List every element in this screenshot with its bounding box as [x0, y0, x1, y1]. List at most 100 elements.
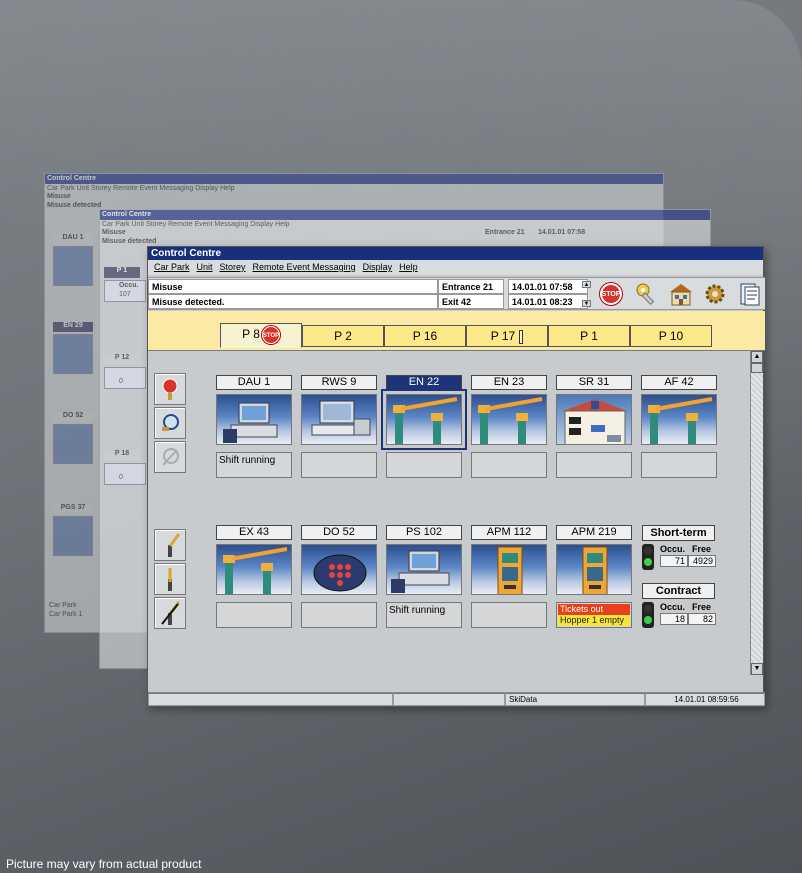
- unit-label: DO 52: [301, 525, 377, 540]
- unit-status: [216, 602, 292, 628]
- reset-button[interactable]: [154, 407, 186, 439]
- ghost-entrance: Entrance 21: [485, 229, 525, 236]
- unit-status: [471, 452, 547, 478]
- building-button[interactable]: [666, 279, 696, 309]
- reset-icon: [162, 414, 179, 431]
- key-button[interactable]: [632, 279, 662, 309]
- units-panel: DAU 1 Shift running RWS 9 EN 22 EN 23 SR…: [148, 351, 751, 691]
- tab-p2[interactable]: P 2: [302, 325, 384, 347]
- remote-control-icon[interactable]: [301, 544, 377, 595]
- unit-status: [471, 602, 547, 628]
- barrier-icon[interactable]: [216, 544, 292, 595]
- free-value: 4929: [688, 555, 716, 567]
- tab-p10[interactable]: P 10: [630, 325, 712, 347]
- pay-machine-icon[interactable]: [556, 544, 632, 595]
- tab-label: P 2: [334, 329, 352, 343]
- menu-display[interactable]: Display: [363, 260, 393, 275]
- tab-p16[interactable]: P 16: [384, 325, 466, 347]
- occupancy-title: Short-term: [642, 525, 715, 541]
- unit-label: DAU 1: [216, 375, 292, 390]
- disabled-button[interactable]: [154, 441, 186, 473]
- barrier-closed-button[interactable]: [154, 563, 186, 595]
- barrier-disabled-button[interactable]: [154, 597, 186, 629]
- parking-garage-icon[interactable]: [556, 394, 632, 445]
- message-title: Misuse: [148, 279, 438, 294]
- traffic-light-icon: [642, 602, 654, 628]
- status-datetime: 14.01.01 08:59:56: [645, 693, 765, 706]
- ghost-lot-p1: P 1: [104, 267, 140, 278]
- scroll-down-arrow-icon[interactable]: ▼: [751, 663, 763, 675]
- scroll-up-arrow-icon[interactable]: ▲: [751, 351, 763, 363]
- barrier-icon[interactable]: [381, 389, 467, 450]
- menu-bar: Car Park Unit Storey Remote Event Messag…: [148, 260, 763, 275]
- workstation-icon[interactable]: [301, 394, 377, 445]
- traffic-light-icon: [642, 544, 654, 570]
- event-location: Entrance 21: [438, 279, 504, 294]
- tab-p8[interactable]: P 8 STOP: [220, 323, 302, 348]
- tab-p17[interactable]: P 17: [466, 325, 548, 347]
- warning-icon: [519, 329, 524, 344]
- scroll-down-button[interactable]: ▼: [582, 300, 591, 307]
- unit-status: [301, 452, 377, 478]
- menu-remote-event-messaging[interactable]: Remote Event Messaging: [253, 260, 356, 275]
- vertical-scrollbar[interactable]: ▲ ▼: [750, 351, 763, 675]
- building-icon: [670, 284, 692, 306]
- clipboard-icon: [740, 283, 760, 306]
- ghost-panel: [53, 246, 93, 286]
- menu-unit[interactable]: Unit: [197, 260, 213, 275]
- ghost-menu: Car Park Unit Storey Remote Event Messag…: [102, 221, 290, 228]
- barrier-open-button[interactable]: [154, 529, 186, 561]
- ghost-panel: [53, 424, 93, 464]
- ghost-tab-do52: DO 52: [53, 412, 93, 422]
- cashier-station-icon[interactable]: [216, 394, 292, 445]
- pay-machine-icon[interactable]: [471, 544, 547, 595]
- workstation-icon[interactable]: [386, 544, 462, 595]
- ghost-panel: [53, 516, 93, 556]
- barrier-disabled-icon: [161, 601, 181, 625]
- unit-label: APM 219: [556, 525, 632, 540]
- status-cell: [393, 693, 505, 706]
- key-icon: [636, 283, 655, 306]
- barrier-icon[interactable]: [641, 394, 717, 445]
- ghost-lot-box: 0: [104, 367, 146, 389]
- unit-label: EN 23: [471, 375, 547, 390]
- tab-p1[interactable]: P 1: [548, 325, 630, 347]
- unit-label: EN 22: [386, 375, 462, 390]
- disabled-icon: [162, 448, 179, 466]
- free-label: Free: [692, 602, 712, 612]
- ghost-occu-label: Occu.: [119, 282, 139, 289]
- unit-label: SR 31: [556, 375, 632, 390]
- unit-label: APM 112: [471, 525, 547, 540]
- occu-value: 71: [660, 555, 688, 567]
- stop-badge-icon: STOP: [261, 325, 280, 344]
- free-label: Free: [692, 544, 712, 554]
- message-bar: Misuse Misuse detected. Entrance 21 14.0…: [148, 277, 765, 310]
- ghost-car-park-value: Car Park 1: [49, 611, 83, 618]
- barrier-icon[interactable]: [471, 394, 547, 445]
- free-value: 82: [688, 613, 716, 625]
- menu-help[interactable]: Help: [399, 260, 418, 275]
- scroll-thumb[interactable]: [751, 363, 763, 373]
- barrier-closed-icon: [168, 568, 172, 591]
- clipboard-button[interactable]: [734, 279, 764, 309]
- menu-car-park[interactable]: Car Park: [154, 260, 190, 275]
- message-detail: Misuse detected.: [148, 294, 438, 309]
- gear-button[interactable]: [700, 279, 730, 309]
- scroll-up-button[interactable]: ▲: [582, 281, 591, 288]
- menu-storey[interactable]: Storey: [220, 260, 246, 275]
- ghost-panel: [53, 334, 93, 374]
- stop-unit-button[interactable]: [154, 373, 186, 405]
- ghost-title: Control Centre: [100, 210, 710, 220]
- unit-label: RWS 9: [301, 375, 377, 390]
- ghost-tab-pgs37: PGS 37: [53, 504, 93, 514]
- ghost-tab-en29: EN 29: [53, 322, 93, 332]
- alert-tickets-out: Tickets out: [558, 604, 630, 615]
- occu-label: Occu.: [660, 602, 686, 612]
- ghost-message1: Misuse: [102, 229, 126, 236]
- stop-unit-icon: [162, 378, 178, 400]
- event-timestamp: 14.01.01 07:58: [508, 279, 588, 294]
- ghost-occu-value: 0: [119, 474, 123, 481]
- stop-button[interactable]: STOP: [596, 279, 626, 309]
- unit-label: PS 102: [386, 525, 462, 540]
- ghost-lot-box: 0: [104, 463, 146, 485]
